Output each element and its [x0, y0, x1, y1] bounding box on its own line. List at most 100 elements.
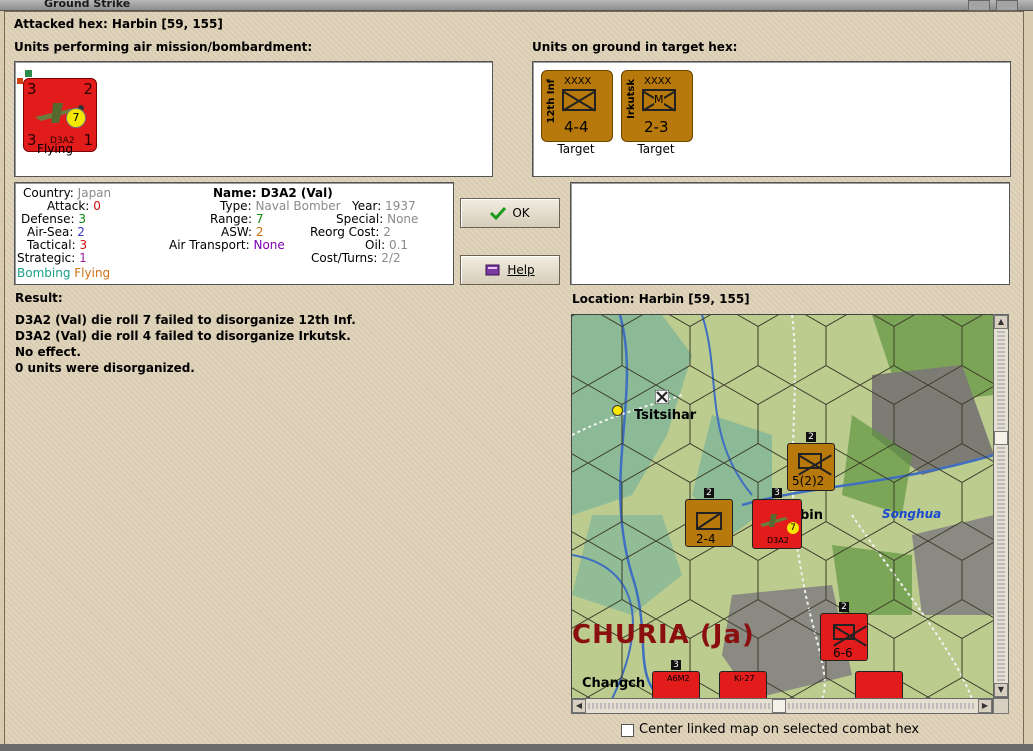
scroll-corner — [993, 698, 1009, 714]
special-row: Special: None — [336, 212, 419, 226]
ok-button-label: OK — [512, 206, 530, 220]
result-line: D3A2 (Val) die roll 4 failed to disorgan… — [15, 329, 351, 343]
attacked-hex-label: Attacked hex: Harbin [59, 155] — [14, 17, 223, 31]
result-line: No effect. — [15, 345, 81, 359]
scroll-down-icon[interactable]: ▼ — [994, 683, 1008, 697]
map-river-label: Songhua — [882, 507, 942, 521]
stack-count: 3 — [671, 660, 681, 670]
map-counter-cavalry[interactable]: 2 2-4 — [685, 488, 733, 547]
scroll-track[interactable] — [997, 331, 1005, 683]
airsea-row: Air-Sea: 2 — [27, 225, 85, 239]
help-book-icon — [485, 264, 500, 276]
die-badge: 7 — [66, 108, 86, 128]
die-badge: 7 — [787, 522, 799, 534]
map-counter-a6m2[interactable]: 3 A6M2 — [652, 660, 700, 699]
map-counter-name: D3A2 — [767, 536, 789, 545]
map-counter-name: A6M2 — [667, 674, 690, 683]
unit-name: 12th Inf — [546, 79, 557, 124]
cavalry-symbol-icon — [696, 512, 722, 530]
year-row: Year: 1937 — [352, 199, 416, 213]
attack-row: Attack: 0 — [47, 199, 101, 213]
ground-unit-counter-12th-inf[interactable]: 12th Inf XXXX 4-4 — [541, 70, 613, 142]
unit-strength: 4-4 — [564, 118, 589, 136]
scroll-left-icon[interactable]: ◀ — [572, 699, 586, 713]
scroll-thumb[interactable] — [772, 699, 786, 713]
air-units-label: Units performing air mission/bombardment… — [14, 40, 313, 54]
ok-button[interactable]: OK — [460, 198, 560, 228]
ground-unit-counter-irkutsk[interactable]: Irkutsk XXXX M 2-3 — [621, 70, 693, 142]
center-map-checkbox-label[interactable]: Center linked map on selected combat hex — [639, 722, 919, 737]
map-counter-ki27[interactable]: Ki-27 — [719, 671, 767, 699]
bomber-plane-icon — [760, 514, 788, 527]
minimize-button[interactable] — [968, 0, 990, 11]
map-counter-irkutsk[interactable]: 2 5(2)2 — [787, 432, 835, 491]
strategic-row: Strategic: 1 — [17, 251, 87, 265]
country-row: Country: Japan — [23, 186, 112, 200]
air-unit-status: Flying — [37, 142, 73, 156]
result-line: D3A2 (Val) die roll 7 failed to disorgan… — [15, 313, 356, 327]
unit-strength: 2-3 — [644, 118, 669, 136]
stack-count: 2 — [839, 602, 849, 612]
close-button[interactable] — [996, 0, 1018, 11]
hex-map[interactable]: Tsitsihar bin Songhua CHURIA (Ja) Changc… — [571, 314, 995, 700]
result-line: 0 units were disorganized. — [15, 361, 195, 375]
ground-units-panel: 12th Inf XXXX 4-4 Target Irkutsk XXXX M … — [532, 61, 1011, 177]
map-counter-name: Ki-27 — [734, 674, 755, 683]
window-title: Ground Strike — [44, 0, 131, 10]
map-horizontal-scrollbar[interactable]: ◀ ▶ — [571, 698, 993, 714]
cost-row: Cost/Turns: 2/2 — [311, 251, 401, 265]
oil-row: Oil: 0.1 — [365, 238, 409, 252]
center-map-checkbox[interactable] — [621, 724, 634, 737]
type-row: Type: Naval Bomber — [220, 199, 341, 213]
infantry-symbol-icon — [798, 453, 822, 469]
unit-details-panel: Country: Japan Attack: 0 Defense: 3 Air-… — [14, 182, 454, 285]
air-transport-row: Air Transport: None — [169, 238, 285, 252]
counter-top-left: 3 — [27, 80, 37, 98]
mission-row: Bombing Flying — [17, 266, 111, 280]
city-dot-icon — [612, 405, 623, 416]
location-label: Location: Harbin [59, 155] — [572, 292, 750, 306]
map-counter-red-corps[interactable]: 2 6-6 — [820, 602, 868, 661]
air-units-panel: 3 2 7 3 D3A2 1 Flying — [14, 61, 493, 177]
scroll-thumb[interactable] — [994, 431, 1008, 445]
target-info-panel — [570, 182, 1010, 285]
infantry-symbol-icon — [562, 89, 596, 111]
help-button-label: Help — [507, 263, 535, 277]
stack-count: 3 — [772, 488, 782, 498]
map-counter-strength: 5(2)2 — [792, 474, 825, 488]
unit-size: XXXX — [564, 76, 592, 87]
reorg-row: Reorg Cost: 2 — [310, 225, 391, 239]
factory-icon — [655, 390, 669, 404]
map-counter-strength: 2-4 — [696, 532, 716, 546]
infantry-symbol-icon — [833, 624, 855, 640]
map-counter-d3a2[interactable]: 3 7 D3A2 — [752, 488, 802, 549]
title-bar: Ground Strike — [0, 0, 1033, 11]
unit-size: XXXX — [644, 76, 672, 87]
unit-marker-icon — [25, 70, 32, 77]
checkmark-icon — [490, 206, 507, 220]
unit-symbol: M — [654, 93, 664, 106]
help-button[interactable]: Help — [460, 255, 560, 285]
name-row: Name: D3A2 (Val) — [213, 186, 333, 200]
ground-unit-status: Target — [557, 142, 595, 156]
stack-count: 2 — [704, 488, 714, 498]
map-city-label: Tsitsihar — [634, 408, 697, 423]
result-label: Result: — [15, 291, 63, 305]
asw-row: ASW: 2 — [221, 225, 264, 239]
map-region-label: CHURIA (Ja) — [572, 620, 755, 650]
map-counter-red-unit[interactable] — [855, 671, 903, 699]
map-city-label: bin — [800, 508, 824, 523]
scroll-right-icon[interactable]: ▶ — [978, 699, 992, 713]
scroll-up-icon[interactable]: ▲ — [994, 315, 1008, 329]
stack-count: 2 — [806, 432, 816, 442]
map-vertical-scrollbar[interactable]: ▲ ▼ — [993, 314, 1009, 698]
unit-name: Irkutsk — [626, 79, 637, 119]
tactical-row: Tactical: 3 — [27, 238, 88, 252]
ground-units-label: Units on ground in target hex: — [532, 40, 738, 54]
defense-row: Defense: 3 — [21, 212, 86, 226]
range-row: Range: 7 — [210, 212, 264, 226]
map-counter-strength: 6-6 — [833, 646, 853, 660]
ground-unit-status: Target — [637, 142, 675, 156]
status-strip — [0, 744, 1033, 751]
map-city-label: Changch — [582, 676, 646, 691]
